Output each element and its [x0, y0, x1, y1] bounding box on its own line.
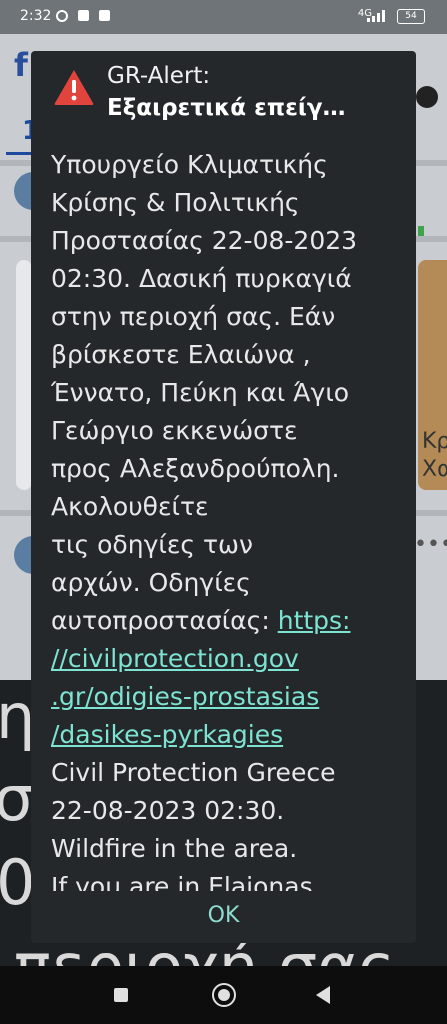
ok-button[interactable]: OK [31, 889, 416, 943]
civil-protection-link[interactable]: .gr/odigies-prostasias [51, 678, 411, 716]
message-line: Wildfire in the area. [51, 834, 298, 863]
status-time: 2:32 [20, 8, 52, 24]
message-line: Υπουργείο Κλιματικής [51, 150, 328, 179]
alert-title: GR-Alert: [107, 63, 211, 89]
message-line: αυτοπροστασίας: [51, 606, 278, 635]
story-card [16, 260, 32, 490]
message-line: If you are in Elaionas [51, 872, 313, 891]
home-button[interactable] [212, 983, 236, 1007]
facebook-icon [77, 10, 89, 21]
message-line: 02:30. Δασική πυρκαγιά [51, 264, 352, 293]
message-line: προς Αλεξανδρούπολη. [51, 454, 340, 483]
civil-protection-link[interactable]: //civilprotection.gov [51, 640, 411, 678]
message-line: Γεώργιο εκκενώστε [51, 416, 298, 445]
navigation-bar [0, 966, 447, 1024]
message-line: βρίσκεστε Ελαιώνα , [51, 340, 311, 369]
back-button[interactable] [316, 986, 330, 1004]
civil-protection-link[interactable]: /dasikes-pyrkagies [51, 716, 411, 754]
message-line: στην περιοχή σας. Εάν [51, 302, 336, 331]
status-bar: 2:32 4G 54 [0, 0, 447, 34]
more-options-icon: ••• [414, 532, 447, 557]
photo-icon [418, 226, 424, 236]
message-line: Προστασίας 22-08-2023 [51, 226, 358, 255]
notification-icons [56, 8, 116, 22]
message-line-with-link: αυτοπροστασίας: https: [51, 602, 411, 640]
alert-subtitle: Εξαιρετικά επείγ… [107, 95, 346, 121]
background-text-line: η [0, 680, 36, 753]
civil-protection-link[interactable]: https: [278, 606, 351, 635]
warning-icon [54, 70, 94, 105]
emergency-alert-dialog: GR-Alert: Εξαιρετικά επείγ… Υπουργείο Κλ… [31, 51, 416, 943]
whatsapp-icon [56, 9, 68, 22]
message-line: τις οδηγίες των [51, 530, 253, 559]
message-line: Civil Protection Greece [51, 758, 336, 787]
battery-icon: 54 [397, 9, 425, 24]
message-line: Έννατο, Πεύκη και Άγιο [51, 378, 350, 407]
app-logo: f [14, 46, 28, 84]
dialog-header: GR-Alert: Εξαιρετικά επείγ… [31, 51, 416, 135]
recents-button[interactable] [114, 988, 128, 1002]
story-card-text: Κρ Χα [422, 429, 447, 482]
message-line: Κρίσης & Πολιτικής [51, 188, 300, 217]
signal-icon [367, 10, 389, 22]
facebook-icon [98, 10, 110, 21]
message-line: αρχών. Οδηγίες [51, 568, 251, 597]
message-line: Ακολουθείτε [51, 492, 209, 521]
alert-message[interactable]: Υπουργείο Κλιματικής Κρίσης & Πολιτικής … [51, 146, 411, 891]
message-line: 22-08-2023 02:30. [51, 796, 285, 825]
messenger-icon [416, 86, 438, 108]
